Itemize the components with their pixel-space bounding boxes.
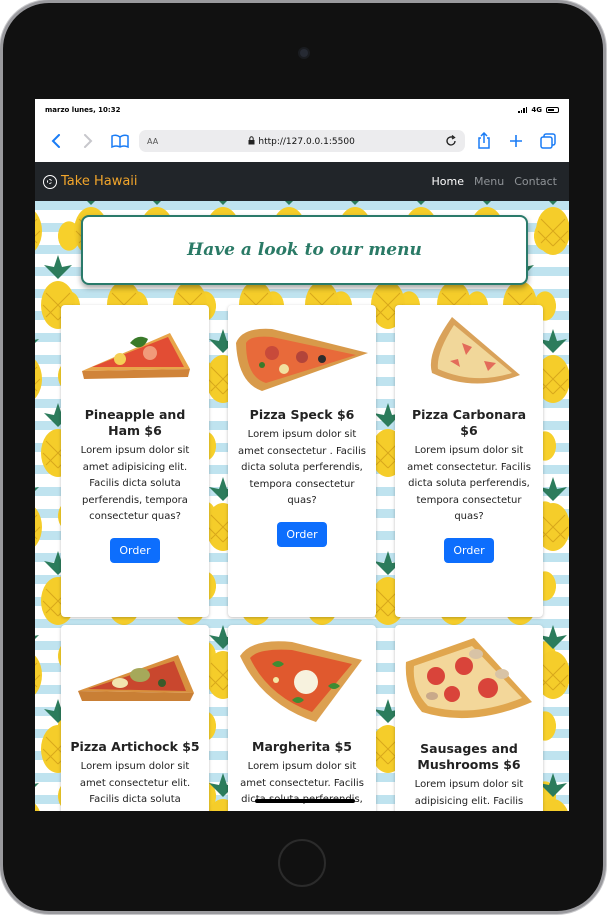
menu-card-description: Lorem ipsum dolor sit adipisicing elit. … (414, 779, 524, 807)
order-button[interactable]: Order (110, 537, 160, 563)
tablet-device: marzo lunes, 10:32 4G AA http://127.0.0.… (3, 3, 603, 911)
browser-toolbar: AA http://127.0.0.1:5500 (35, 120, 569, 162)
reload-icon[interactable] (445, 135, 457, 147)
url-text: http://127.0.0.1:5500 (258, 136, 355, 147)
menu-card-description: Lorem ipsum dolor sit amet adipisicing e… (80, 445, 190, 522)
menu-heading: Have a look to our menu (187, 240, 422, 260)
lock-icon (248, 135, 255, 144)
text-size-button[interactable]: AA (147, 137, 158, 146)
site-navbar: Take Hawaii Home Menu Contact (35, 162, 569, 201)
nav-links: Home Menu Contact (432, 175, 557, 188)
brand-logo-icon (43, 174, 57, 189)
menu-card-title: Pizza Speck $6 (249, 407, 355, 422)
back-icon[interactable] (43, 128, 69, 154)
home-indicator (255, 799, 355, 803)
address-bar[interactable]: AA http://127.0.0.1:5500 (139, 130, 465, 152)
menu-card-description: Lorem ipsum dolor sit amet consectetur. … (407, 445, 531, 522)
menu-section: Have a look to our menu Pineapple and Ha… (35, 201, 569, 811)
signal-icon (518, 106, 528, 113)
status-time: marzo lunes, 10:32 (45, 105, 121, 114)
bookmarks-icon[interactable] (107, 128, 133, 154)
status-bar: marzo lunes, 10:32 4G (35, 99, 569, 120)
pizza-image (395, 305, 543, 401)
battery-icon (546, 106, 559, 113)
pizza-image (228, 625, 376, 733)
menu-card-title: Pineapple and Ham $6 (84, 407, 186, 438)
order-button[interactable]: Order (277, 521, 327, 547)
menu-card-carbonara: Pizza Carbonara $6 Lorem ipsum dolor sit… (395, 305, 543, 617)
menu-card-description: Lorem ipsum dolor sit amet consectetur .… (238, 429, 366, 506)
order-button[interactable]: Order (444, 537, 494, 563)
pizza-image (395, 625, 543, 735)
menu-card-title: Sausages and Mushrooms $6 (417, 741, 521, 772)
forward-icon[interactable] (75, 128, 101, 154)
status-indicators: 4G (518, 106, 559, 114)
url-container: http://127.0.0.1:5500 (158, 135, 445, 147)
menu-card-pineapple-ham: Pineapple and Ham $6 Lorem ipsum dolor s… (61, 305, 209, 617)
menu-card-speck: Pizza Speck $6 Lorem ipsum dolor sit ame… (228, 305, 376, 617)
menu-card-title: Pizza Carbonara $6 (411, 407, 527, 438)
nav-contact[interactable]: Contact (514, 175, 557, 188)
pizza-image (61, 625, 209, 733)
pizza-image (61, 305, 209, 401)
new-tab-icon[interactable] (503, 128, 529, 154)
brand-name: Take Hawaii (61, 174, 138, 189)
network-label: 4G (531, 105, 542, 114)
menu-card-sausages-mushrooms: Sausages and Mushrooms $6 Lorem ipsum do… (395, 625, 543, 811)
tabs-icon[interactable] (535, 128, 561, 154)
share-icon[interactable] (471, 128, 497, 154)
menu-card-title: Pizza Artichock $5 (70, 739, 200, 754)
home-button[interactable] (278, 839, 326, 887)
menu-card-margherita: Margherita $5 Lorem ipsum dolor sit amet… (228, 625, 376, 811)
menu-card-title: Margherita $5 (252, 739, 352, 754)
pizza-image (228, 305, 376, 401)
front-camera (300, 49, 308, 57)
nav-home[interactable]: Home (432, 175, 464, 188)
brand-link[interactable]: Take Hawaii (43, 174, 138, 189)
menu-card-description: Lorem ipsum dolor sit amet consectetur e… (79, 761, 191, 805)
nav-menu[interactable]: Menu (474, 175, 504, 188)
screen: marzo lunes, 10:32 4G AA http://127.0.0.… (35, 99, 569, 811)
menu-banner: Have a look to our menu (81, 215, 528, 285)
menu-card-artichock: Pizza Artichock $5 Lorem ipsum dolor sit… (61, 625, 209, 811)
